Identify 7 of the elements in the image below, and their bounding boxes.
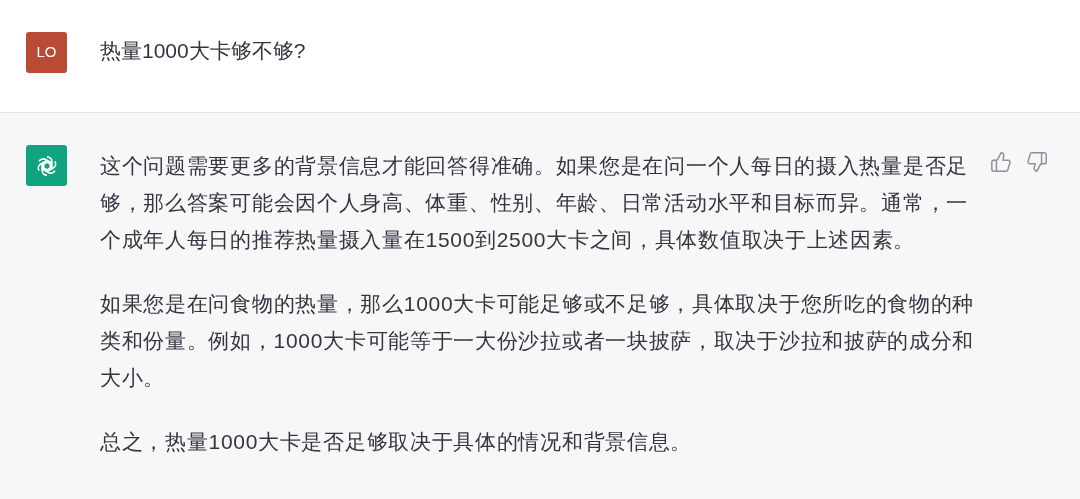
assistant-paragraph: 总之，热量1000大卡是否足够取决于具体的情况和背景信息。 <box>100 429 694 455</box>
assistant-paragraph: 如果您是在问食物的热量，那么1000大卡可能足够或不足够，具体取决于您所吃的食物的种类和份量。例如，1000大卡可能等于一大份沙拉或者一块披萨，取决于沙拉和披萨的成分和大小。 <box>100 291 976 391</box>
user-avatar: LO <box>26 32 67 73</box>
user-message: 热量1000大卡够不够? <box>100 38 306 64</box>
thumbs-down-icon[interactable] <box>1026 151 1048 173</box>
assistant-paragraph: 这个问题需要更多的背景信息才能回答得准确。如果您是在问一个人每日的摄入热量是否足够，那么答案可能会因个人身高、体重、性别、年龄、日常活动水平和目标而异。通常，一个成年人每日的推荐热量摄入量在1500到2500大卡之间，具体数值取决于上述因素。 <box>100 153 969 253</box>
thumbs-up-icon[interactable] <box>990 151 1012 173</box>
